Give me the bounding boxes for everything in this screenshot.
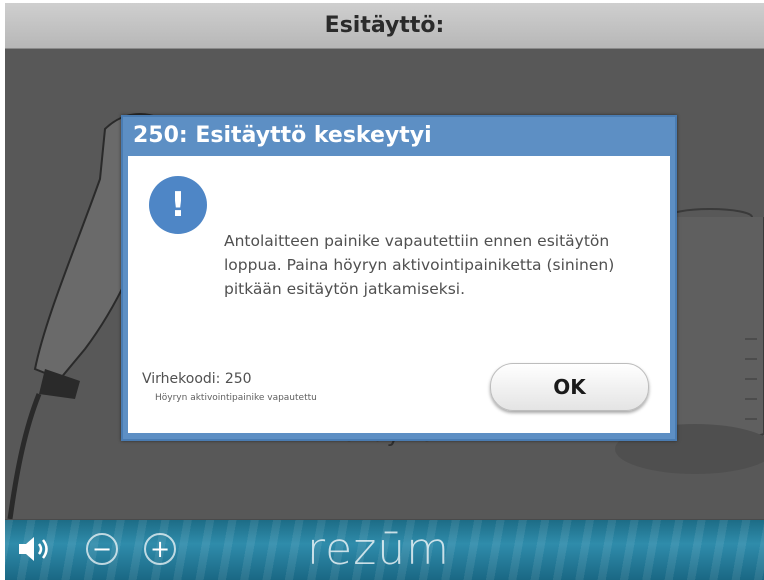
- volume-up-button[interactable]: +: [144, 533, 176, 565]
- app-frame: Esitäyttö: Esitäyttö... 250: Esitäyttö k…: [5, 3, 764, 580]
- page-title: Esitäyttö:: [324, 13, 445, 38]
- ok-button[interactable]: OK: [490, 363, 649, 411]
- handpiece-cable: [7, 393, 42, 519]
- speaker-icon[interactable]: [17, 535, 53, 563]
- beaker-body: [667, 216, 764, 442]
- volume-down-button[interactable]: −: [86, 533, 118, 565]
- error-dialog: 250: Esitäyttö keskeytyi ! Antolaitteen …: [121, 115, 677, 441]
- error-code: Virhekoodi: 250: [142, 371, 252, 387]
- error-message: Antolaitteen painike vapautettiin ennen …: [224, 232, 615, 298]
- bottom-bar: − + rezūm: [5, 520, 764, 580]
- dialog-title: 250: Esitäyttö keskeytyi: [133, 123, 432, 148]
- rezum-logo: rezūm: [307, 524, 451, 575]
- exclamation-icon: !: [149, 176, 207, 234]
- dialog-body: ! Antolaitteen painike vapautettiin enne…: [128, 156, 670, 433]
- error-detail: Höyryn aktivointipainike vapautettu: [155, 393, 317, 403]
- header-bar: Esitäyttö:: [5, 3, 764, 49]
